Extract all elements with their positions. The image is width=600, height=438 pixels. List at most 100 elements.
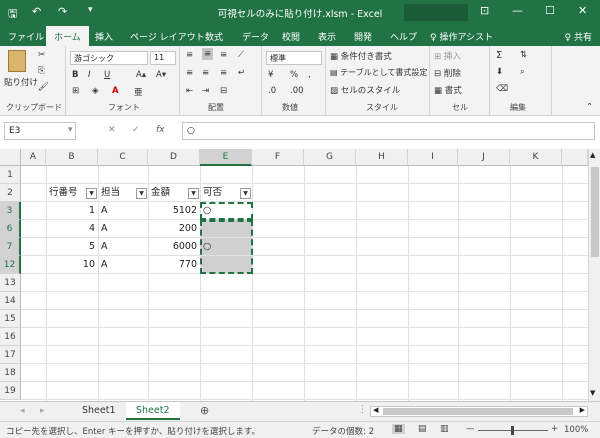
italic-button[interactable]: I [88, 70, 91, 80]
vertical-scrollbar[interactable]: ▲ ▼ [588, 149, 600, 401]
tell-me-search[interactable]: ♀ 操作アシスト [430, 30, 493, 43]
cell-d12[interactable]: 770 [148, 256, 200, 274]
delete-cells-button[interactable]: ⊟ 削除 [434, 67, 461, 79]
zoom-slider-thumb[interactable] [511, 426, 514, 435]
column-header-j[interactable]: J [458, 149, 510, 166]
new-sheet-icon[interactable]: ⊕ [200, 404, 209, 417]
normal-view-icon[interactable]: ▦ [392, 424, 405, 434]
column-header-i[interactable]: I [408, 149, 458, 166]
percent-button[interactable]: % [290, 70, 298, 80]
border-icon[interactable]: ⊞ [72, 86, 79, 96]
next-sheet-icon[interactable]: ▸ [40, 406, 45, 416]
column-header-g[interactable]: G [304, 149, 356, 166]
column-header-next[interactable] [562, 149, 588, 166]
select-all-corner[interactable] [0, 149, 21, 166]
decrease-indent-icon[interactable]: ⇤ [186, 86, 193, 96]
row-header-19[interactable]: 19 [0, 382, 21, 400]
row-header-12[interactable]: 12 [0, 256, 21, 274]
conditional-format-button[interactable]: ▦ 条件付き書式 [330, 50, 392, 62]
fill-icon[interactable]: ⬇ [496, 67, 503, 77]
zoom-in-icon[interactable]: + [551, 424, 558, 434]
confirm-entry-icon[interactable]: ✓ [132, 125, 140, 135]
row-header-14[interactable]: 14 [0, 292, 21, 310]
tab-formulas[interactable]: 数式 [205, 30, 223, 43]
cell-d3[interactable]: 5102 [148, 202, 200, 220]
row-header-13[interactable]: 13 [0, 274, 21, 292]
decrease-decimal-icon[interactable]: .00 [290, 86, 304, 96]
tab-review[interactable]: 校閲 [282, 30, 300, 43]
bold-button[interactable]: B [72, 70, 78, 80]
header-cell-row-number[interactable]: 行番号 [46, 184, 81, 202]
column-header-h[interactable]: H [356, 149, 408, 166]
cell-b6[interactable]: 4 [46, 220, 98, 238]
maximize-icon[interactable]: ☐ [545, 4, 555, 17]
cut-icon[interactable]: ✂ [38, 50, 45, 60]
header-cell-amount[interactable]: 金額 [148, 184, 173, 202]
font-name-select[interactable]: 游ゴシック [70, 51, 148, 65]
share-button[interactable]: ♀ 共有 [565, 30, 592, 43]
horizontal-scrollbar[interactable]: ◀ ▶ [370, 406, 588, 417]
header-cell-assignee[interactable]: 担当 [98, 184, 123, 202]
merge-center-icon[interactable]: ⊟ [220, 86, 227, 96]
cell-styles-button[interactable]: ▨ セルのスタイル [330, 84, 400, 96]
cell-b7[interactable]: 5 [46, 238, 98, 256]
scroll-left-icon[interactable]: ◀ [373, 406, 378, 414]
tab-view[interactable]: 表示 [318, 30, 336, 43]
minimize-icon[interactable]: — [512, 4, 523, 17]
sheet-tab-sheet1[interactable]: Sheet1 [72, 402, 126, 420]
tab-home[interactable]: ホーム [46, 26, 89, 46]
clear-icon[interactable]: ⌫ [496, 84, 508, 94]
copy-icon[interactable]: ⎘ [38, 66, 45, 76]
cell-c7[interactable]: A [98, 238, 111, 256]
phonetic-icon[interactable]: 亜 [134, 86, 143, 98]
align-right-icon[interactable]: ≡ [220, 68, 227, 78]
cell-d7[interactable]: 6000 [148, 238, 200, 256]
format-painter-icon[interactable]: 🖌 [38, 82, 49, 92]
cell-c6[interactable]: A [98, 220, 111, 238]
fill-color-icon[interactable]: ◈ [92, 86, 99, 96]
zoom-level[interactable]: 100% [564, 425, 588, 435]
comma-button[interactable]: , [308, 70, 311, 80]
column-header-f[interactable]: F [252, 149, 304, 166]
tab-page-layout[interactable]: ページ レイアウト [130, 30, 205, 43]
tab-help[interactable]: ヘルプ [390, 30, 417, 43]
wrap-text-icon[interactable]: ↵ [238, 68, 245, 78]
close-icon[interactable]: ✕ [578, 4, 587, 17]
cell-b12[interactable]: 10 [46, 256, 98, 274]
name-box-dropdown-icon[interactable]: ▾ [68, 125, 73, 135]
orientation-icon[interactable]: ⟋ [238, 50, 244, 60]
sheet-tab-sheet2[interactable]: Sheet2 [126, 402, 180, 420]
worksheet-grid[interactable]: A B C D E F G H I J K 1 2 3 6 7 12 13 14… [0, 149, 588, 401]
account-area[interactable] [404, 4, 468, 21]
number-format-select[interactable]: 標準 [266, 51, 322, 65]
row-header-3[interactable]: 3 [0, 202, 21, 220]
row-header-15[interactable]: 15 [0, 310, 21, 328]
ribbon-display-icon[interactable]: ⊡ [480, 4, 489, 17]
name-box[interactable]: E3 [4, 122, 76, 140]
increase-decimal-icon[interactable]: .0 [268, 86, 276, 96]
formula-input[interactable]: ○ [182, 122, 595, 140]
underline-button[interactable]: U [104, 70, 110, 80]
row-header-1[interactable]: 1 [0, 166, 21, 184]
filter-active-c2-icon[interactable]: ▼ [136, 188, 147, 199]
align-top-icon[interactable]: ≡ [186, 50, 193, 60]
vertical-scroll-thumb[interactable] [591, 167, 599, 257]
row-header-18[interactable]: 18 [0, 364, 21, 382]
find-select-icon[interactable]: ⌕ [520, 67, 525, 77]
filter-dropdown-d2-icon[interactable]: ▼ [188, 188, 199, 199]
paste-button[interactable]: 貼り付け [4, 76, 38, 88]
column-header-a[interactable]: A [21, 149, 46, 166]
insert-function-icon[interactable]: fx [156, 125, 165, 135]
filter-dropdown-b2-icon[interactable]: ▼ [86, 188, 97, 199]
prev-sheet-icon[interactable]: ◂ [20, 406, 25, 416]
increase-indent-icon[interactable]: ⇥ [202, 86, 209, 96]
header-cell-approval[interactable]: 可否 [200, 184, 225, 202]
column-header-e[interactable]: E [200, 149, 252, 166]
tab-file[interactable]: ファイル [8, 30, 44, 43]
tab-developer[interactable]: 開発 [354, 30, 372, 43]
cell-d6[interactable]: 200 [148, 220, 200, 238]
zoom-out-icon[interactable]: — [466, 424, 475, 434]
page-break-view-icon[interactable]: ▥ [440, 424, 449, 434]
scroll-down-icon[interactable]: ▼ [590, 389, 595, 397]
row-header-16[interactable]: 16 [0, 328, 21, 346]
